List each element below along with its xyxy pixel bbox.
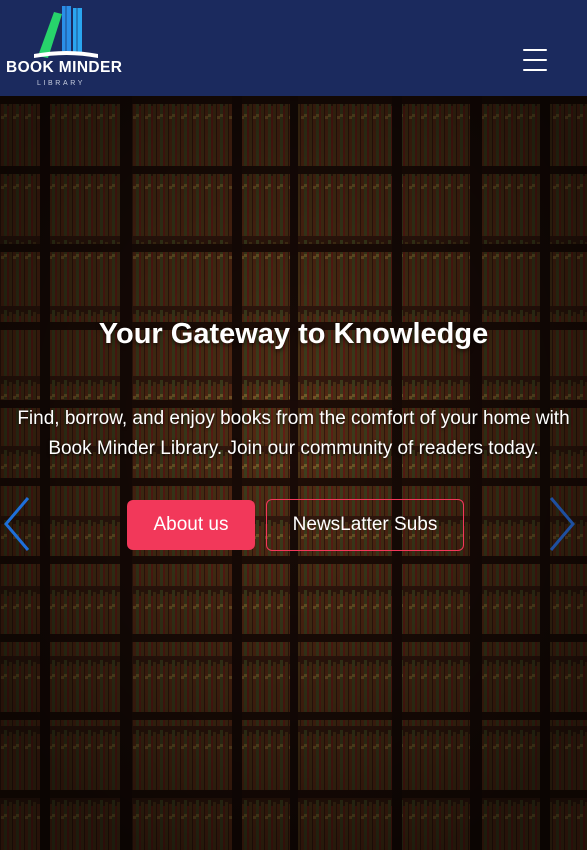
hero-title: Your Gateway to Knowledge bbox=[98, 318, 489, 350]
logo-title: BOOK MINDER bbox=[6, 59, 123, 76]
newsletter-subscribe-button[interactable]: NewsLatter Subs bbox=[266, 499, 464, 551]
carousel-next-button[interactable] bbox=[545, 494, 579, 554]
hero-carousel: Your Gateway to Knowledge Find, borrow, … bbox=[0, 96, 587, 850]
chevron-left-icon bbox=[4, 497, 30, 551]
logo[interactable]: BOOK MINDER LIBRARY bbox=[6, 4, 136, 88]
carousel-prev-button[interactable] bbox=[0, 494, 34, 554]
books-logo-icon bbox=[34, 6, 98, 58]
navbar: BOOK MINDER LIBRARY bbox=[0, 0, 587, 96]
hamburger-menu-button[interactable] bbox=[518, 46, 552, 76]
hero-overlay bbox=[0, 96, 587, 850]
about-us-button[interactable]: About us bbox=[127, 500, 255, 550]
logo-subtitle: LIBRARY bbox=[36, 80, 86, 87]
chevron-right-icon bbox=[549, 497, 575, 551]
hamburger-icon-bar bbox=[523, 69, 547, 71]
hero-description: Find, borrow, and enjoy books from the c… bbox=[17, 408, 570, 459]
hamburger-icon-bar bbox=[523, 59, 547, 61]
hamburger-icon bbox=[523, 49, 547, 51]
